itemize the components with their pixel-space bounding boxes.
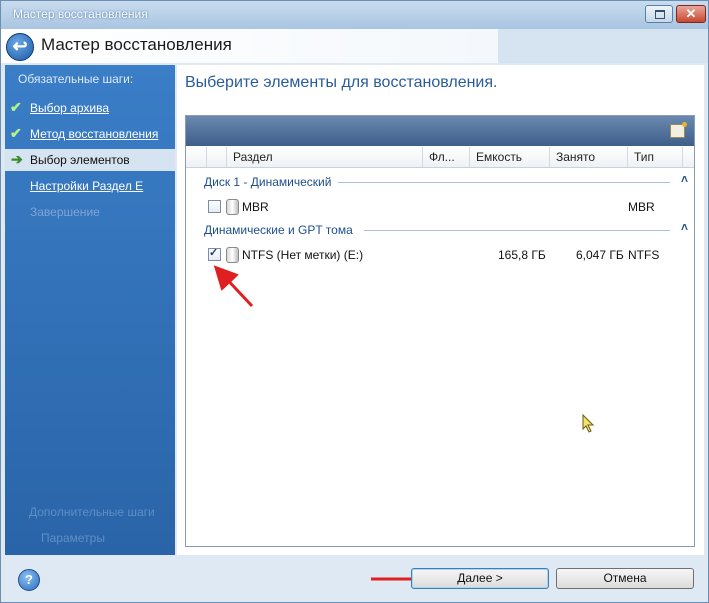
group-divider	[364, 230, 670, 231]
table-row-ntfs[interactable]: NTFS (Нет метки) (E:) 165,8 ГБ 6,047 ГБ …	[186, 244, 694, 266]
mouse-cursor-icon	[582, 414, 595, 433]
sidebar-item-select-items[interactable]: ➔ Выбор элементов	[5, 149, 175, 171]
column-icon[interactable]	[206, 147, 226, 167]
column-settings-icon[interactable]	[670, 122, 687, 138]
table-row-mbr[interactable]: MBR MBR	[186, 196, 694, 218]
main-panel: Выберите элементы для восстановления. Ра…	[177, 65, 704, 555]
window-title: Мастер восстановления	[13, 7, 148, 21]
disk-icon	[226, 199, 239, 215]
sidebar-item-label: Завершение	[30, 205, 100, 219]
disk-icon	[226, 247, 239, 263]
group-label: Диск 1 - Динамический	[204, 175, 332, 189]
list-toolbar	[186, 116, 694, 146]
header-accent	[498, 29, 708, 63]
column-checkbox[interactable]	[186, 147, 206, 167]
column-capacity[interactable]: Емкость	[469, 147, 549, 167]
group-header-dynamic[interactable]: Динамические и GPT тома ˄	[186, 220, 694, 239]
group-header-disk1[interactable]: Диск 1 - Динамический ˄	[186, 172, 694, 191]
arrow-right-icon: ➔	[11, 151, 23, 167]
row-checkbox[interactable]	[208, 246, 221, 261]
restore-icon	[655, 10, 665, 19]
wizard-title: Мастер восстановления	[41, 35, 232, 54]
cell-type: MBR	[628, 200, 655, 214]
back-button[interactable]: ↩	[6, 33, 34, 61]
annotation-arrow-icon	[213, 265, 254, 308]
check-icon: ✔	[10, 99, 22, 115]
sidebar-item-archive[interactable]: ✔ Выбор архива	[5, 97, 175, 119]
collapse-chevron-icon[interactable]: ˄	[681, 172, 688, 186]
column-type[interactable]: Тип	[627, 147, 682, 167]
steps-sidebar: Обязательные шаги: ✔ Выбор архива ✔ Мето…	[5, 65, 175, 555]
page-title: Выберите элементы для восстановления.	[185, 74, 498, 91]
close-icon: ✕	[685, 6, 697, 21]
back-arrow-icon: ↩	[12, 36, 28, 56]
required-steps-heading: Обязательные шаги:	[18, 72, 134, 86]
cell-used: 6,047 ГБ	[576, 248, 624, 262]
row-checkbox[interactable]	[208, 200, 221, 213]
sidebar-item-finish: Завершение	[5, 201, 175, 223]
sidebar-item-label: Выбор элементов	[30, 153, 130, 167]
button-bar: ? Далее > Отмена	[1, 558, 708, 602]
wizard-header: ↩ Мастер восстановления	[1, 29, 708, 63]
restore-window-button[interactable]	[645, 5, 673, 23]
sidebar-item-options: Параметры	[41, 531, 105, 545]
column-flags[interactable]: Фл...	[422, 147, 469, 167]
cell-partition: MBR	[242, 200, 269, 214]
help-button[interactable]: ?	[18, 569, 40, 591]
sidebar-item-label: Настройки Раздел E	[30, 179, 144, 193]
column-used[interactable]: Занято	[549, 147, 627, 167]
collapse-chevron-icon[interactable]: ˄	[681, 220, 688, 234]
group-divider	[338, 182, 670, 183]
cell-capacity: 165,8 ГБ	[498, 248, 546, 262]
cancel-button[interactable]: Отмена	[556, 568, 694, 589]
column-partition[interactable]: Раздел	[226, 147, 422, 167]
optional-steps-heading: Дополнительные шаги	[29, 505, 155, 519]
sidebar-item-restore-method[interactable]: ✔ Метод восстановления	[5, 123, 175, 145]
help-icon: ?	[25, 572, 33, 587]
group-label: Динамические и GPT тома	[204, 223, 353, 237]
column-header: Раздел Фл... Емкость Занято Тип	[186, 147, 694, 168]
check-icon: ✔	[10, 125, 22, 141]
items-list: Раздел Фл... Емкость Занято Тип Диск 1 -…	[185, 115, 695, 547]
next-button[interactable]: Далее >	[411, 568, 549, 589]
cell-type: NTFS	[628, 248, 660, 262]
sidebar-item-partition-settings[interactable]: Настройки Раздел E	[5, 175, 175, 197]
sidebar-item-label: Метод восстановления	[30, 127, 159, 141]
restore-wizard-window: Мастер восстановления ✕ ↩ Мастер восстан…	[0, 0, 709, 603]
sidebar-item-label: Выбор архива	[30, 101, 110, 115]
cell-partition: NTFS (Нет метки) (E:)	[242, 248, 364, 262]
close-window-button[interactable]: ✕	[676, 5, 706, 23]
title-bar: Мастер восстановления ✕	[1, 1, 708, 29]
column-filler	[682, 147, 694, 167]
